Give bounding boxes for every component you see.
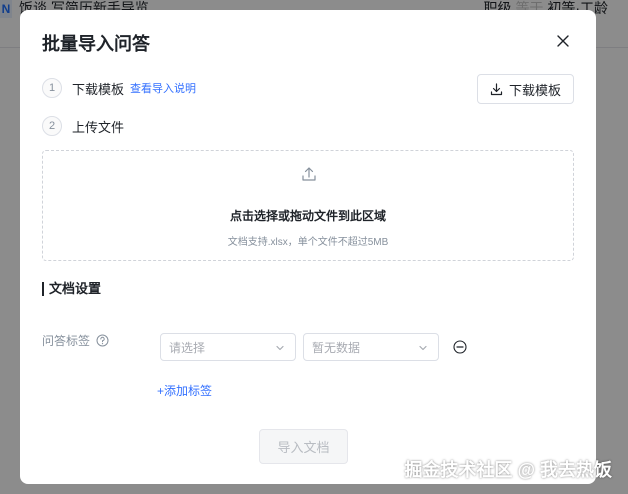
watermark-text: 掘金技术社区 @ 我去热饭 — [404, 460, 612, 480]
tag-select-placeholder: 请选择 — [169, 340, 206, 355]
step-upload-file: 2 上传文件 — [42, 116, 124, 136]
download-icon — [490, 82, 503, 95]
upload-icon — [302, 167, 316, 181]
tag-value-select-placeholder: 暂无数据 — [312, 340, 361, 355]
import-document-button[interactable]: 导入文档 — [259, 429, 348, 464]
qa-tag-field-label: 问答标签 — [42, 332, 109, 349]
chevron-down-icon — [276, 345, 284, 351]
remove-tag-button[interactable] — [453, 340, 467, 359]
minus-circle-icon — [453, 340, 467, 354]
view-import-instructions-link[interactable]: 查看导入说明 — [130, 80, 196, 96]
step-label: 下载模板 — [72, 81, 125, 97]
document-settings-title: 文档设置 — [42, 282, 101, 296]
chevron-down-icon — [419, 345, 427, 351]
tag-select[interactable]: 请选择 — [160, 333, 296, 361]
dropzone-hint-text: 文档支持.xlsx，单个文件不超过5MB — [227, 237, 389, 248]
close-icon — [557, 35, 569, 47]
dropzone-main-text: 点击选择或拖动文件到此区域 — [229, 209, 386, 223]
help-icon[interactable] — [96, 334, 109, 347]
file-upload-dropzone[interactable]: 点击选择或拖动文件到此区域 文档支持.xlsx，单个文件不超过5MB — [42, 150, 574, 261]
tag-value-select[interactable]: 暂无数据 — [303, 333, 439, 361]
step-number: 1 — [42, 78, 62, 98]
step-download-template: 1 下载模板 查看导入说明 — [42, 78, 196, 98]
download-template-button[interactable]: 下载模板 — [476, 74, 574, 104]
batch-import-modal: 批量导入问答 1 下载模板 查看导入说明 下载模板 2 上传文件 点击选择或拖动… — [20, 10, 596, 484]
download-template-label: 下载模板 — [508, 82, 561, 98]
qa-tag-label-text: 问答标签 — [42, 334, 91, 348]
add-tag-link[interactable]: +添加标签 — [157, 382, 212, 399]
close-button[interactable] — [554, 32, 572, 50]
modal-title: 批量导入问答 — [42, 34, 150, 54]
step-label: 上传文件 — [72, 119, 125, 135]
step-number: 2 — [42, 116, 62, 136]
